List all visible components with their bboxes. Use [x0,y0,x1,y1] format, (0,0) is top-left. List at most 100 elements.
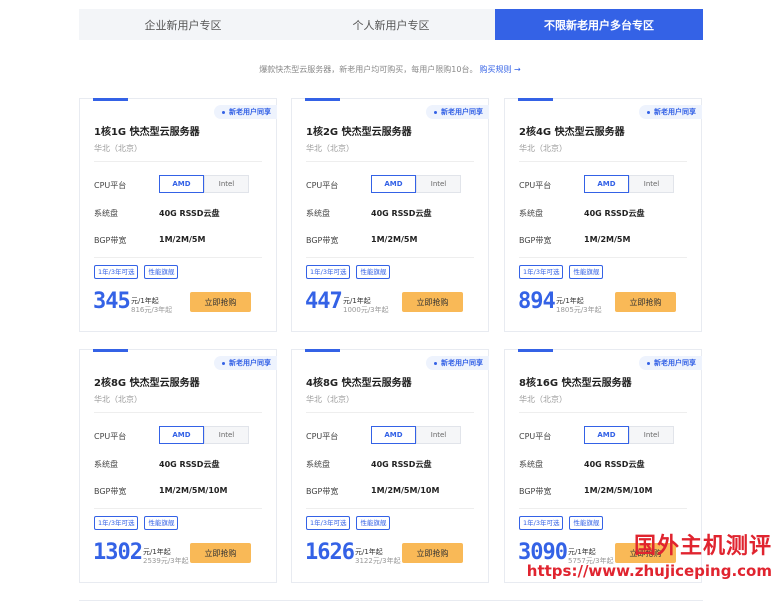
divider [306,161,474,162]
disk-value: 40G RSSD云盘 [159,209,220,218]
promo-subtitle-text: 爆款快杰型云服务器，新老用户均可购买，每用户限购10台。 [259,65,478,74]
product-region: 华北（北京） [306,144,354,153]
price-3yr: 3122元/3年起 [355,557,401,565]
tab-enterprise-new-user[interactable]: 企业新用户专区 [79,9,287,40]
tag-performance: 性能旗舰 [569,265,604,279]
cpu-option-amd[interactable]: AMD [584,175,629,193]
price-value: 447 [305,289,343,314]
product-card: 新老用户同享 2核8G 快杰型云服务器 华北（北京） CPU平台 AMD Int… [79,349,277,583]
card-accent-bar [518,98,553,101]
cpu-option-intel[interactable]: Intel [204,426,249,444]
tab-all-users-multi[interactable]: 不限新老用户多台专区 [495,9,703,40]
cpu-option-intel[interactable]: Intel [629,175,674,193]
cpu-platform-selector: AMD Intel [371,426,461,444]
disk-value: 40G RSSD云盘 [584,209,645,218]
new-old-user-badge: 新老用户同享 [426,105,489,119]
divider [306,257,474,258]
tag-term: 1年/3年可选 [519,265,564,279]
cpu-option-amd[interactable]: AMD [371,175,416,193]
price-value: 345 [93,289,131,314]
watermark: 国外主机测评 https://www.zhujiceping.com [527,528,772,580]
product-name: 2核8G 快杰型云服务器 [94,378,200,389]
cpu-label: CPU平台 [306,432,339,441]
cpu-platform-selector: AMD Intel [584,175,674,193]
disk-label: 系统盘 [519,460,543,469]
tag-performance: 性能旗舰 [356,265,391,279]
badge-dot-icon [434,361,437,365]
buy-now-button[interactable]: 立即抢购 [190,543,251,563]
disk-label: 系统盘 [94,460,118,469]
cpu-option-intel[interactable]: Intel [204,175,249,193]
disk-value: 40G RSSD云盘 [371,460,432,469]
divider [519,508,687,509]
feature-tags: 1年/3年可选 性能旗舰 [94,516,179,530]
price-3yr: 816元/3年起 [131,306,173,314]
disk-value: 40G RSSD云盘 [584,460,645,469]
product-card: 新老用户同享 4核8G 快杰型云服务器 华北（北京） CPU平台 AMD Int… [291,349,489,583]
bandwidth-value: 1M/2M/5M [584,235,631,244]
bandwidth-value: 1M/2M/5M [159,235,206,244]
feature-tags: 1年/3年可选 性能旗舰 [306,265,391,279]
feature-tags: 1年/3年可选 性能旗舰 [94,265,179,279]
price-3yr: 1000元/3年起 [343,306,389,314]
buy-now-button[interactable]: 立即抢购 [190,292,251,312]
cpu-platform-selector: AMD Intel [159,426,249,444]
cpu-platform-selector: AMD Intel [371,175,461,193]
cpu-option-amd[interactable]: AMD [584,426,629,444]
purchase-rules-link[interactable]: 购买规则 → [479,65,520,74]
cpu-label: CPU平台 [519,432,552,441]
price-3yr: 2539元/3年起 [143,557,189,565]
tag-term: 1年/3年可选 [306,265,351,279]
product-card: 新老用户同享 1核2G 快杰型云服务器 华北（北京） CPU平台 AMD Int… [291,98,489,332]
bandwidth-value: 1M/2M/5M/10M [159,486,228,495]
product-region: 华北（北京） [519,395,567,404]
cpu-option-amd[interactable]: AMD [371,426,416,444]
product-region: 华北（北京） [94,395,142,404]
cpu-option-amd[interactable]: AMD [159,175,204,193]
divider [94,257,262,258]
badge-dot-icon [434,110,437,114]
product-region: 华北（北京） [94,144,142,153]
disk-label: 系统盘 [306,209,330,218]
badge-label: 新老用户同享 [441,359,483,367]
cpu-option-intel[interactable]: Intel [416,426,461,444]
product-region: 华北（北京） [306,395,354,404]
cpu-label: CPU平台 [94,432,127,441]
tab-personal-new-user[interactable]: 个人新用户专区 [287,9,495,40]
price-value: 1302 [93,540,143,565]
tag-term: 1年/3年可选 [306,516,351,530]
card-accent-bar [518,349,553,352]
new-old-user-badge: 新老用户同享 [426,356,489,370]
badge-dot-icon [647,110,650,114]
disk-label: 系统盘 [519,209,543,218]
divider [94,161,262,162]
price-value: 894 [518,289,556,314]
divider [519,257,687,258]
divider [519,412,687,413]
tag-term: 1年/3年可选 [94,265,139,279]
card-accent-bar [93,98,128,101]
bandwidth-value: 1M/2M/5M/10M [584,486,653,495]
card-accent-bar [305,349,340,352]
badge-dot-icon [222,361,225,365]
cpu-platform-selector: AMD Intel [159,175,249,193]
cpu-option-intel[interactable]: Intel [416,175,461,193]
cpu-platform-selector: AMD Intel [584,426,674,444]
bandwidth-label: BGP带宽 [306,487,339,496]
buy-now-button[interactable]: 立即抢购 [402,543,463,563]
cpu-label: CPU平台 [519,181,552,190]
buy-now-button[interactable]: 立即抢购 [615,292,676,312]
cpu-option-intel[interactable]: Intel [629,426,674,444]
disk-label: 系统盘 [306,460,330,469]
price-value: 1626 [305,540,355,565]
new-old-user-badge: 新老用户同享 [639,356,702,370]
promo-subtitle: 爆款快杰型云服务器，新老用户均可购买，每用户限购10台。 购买规则 → [0,64,780,75]
bandwidth-label: BGP带宽 [94,487,127,496]
divider [306,508,474,509]
product-name: 4核8G 快杰型云服务器 [306,378,412,389]
divider [306,412,474,413]
buy-now-button[interactable]: 立即抢购 [402,292,463,312]
cpu-option-amd[interactable]: AMD [159,426,204,444]
feature-tags: 1年/3年可选 性能旗舰 [306,516,391,530]
watermark-title: 国外主机测评 [633,534,772,559]
